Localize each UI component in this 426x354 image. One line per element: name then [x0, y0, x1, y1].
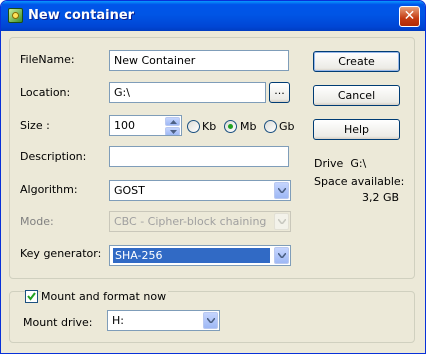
- mode-select: CBC - Cipher-block chaining: [109, 211, 291, 232]
- description-input[interactable]: [109, 146, 289, 167]
- close-button[interactable]: ✕: [399, 6, 420, 27]
- help-button[interactable]: Help: [313, 119, 400, 140]
- algorithm-label: Algorithm:: [20, 183, 78, 196]
- size-spinner[interactable]: [165, 117, 180, 135]
- filename-input[interactable]: New Container: [109, 50, 289, 71]
- unit-mb-label[interactable]: Mb: [240, 120, 256, 133]
- algorithm-value: GOST: [114, 184, 145, 197]
- keygen-label: Key generator:: [20, 247, 102, 260]
- algorithm-select[interactable]: GOST: [109, 180, 291, 201]
- chevron-down-icon: [274, 213, 289, 230]
- location-input[interactable]: G:\: [109, 82, 266, 103]
- size-input[interactable]: 100: [109, 115, 182, 136]
- browse-button[interactable]: ...: [269, 82, 290, 103]
- window-title: New container: [28, 8, 135, 23]
- mount-checkbox-label[interactable]: Mount and format now: [41, 290, 169, 303]
- space-available-value: 3,2 GB: [362, 191, 400, 204]
- unit-kb-label[interactable]: Kb: [202, 120, 216, 133]
- description-label: Description:: [20, 150, 87, 163]
- cancel-button[interactable]: Cancel: [313, 85, 400, 106]
- size-label: Size :: [20, 119, 50, 132]
- mode-label: Mode:: [20, 215, 54, 228]
- unit-gb-label[interactable]: Gb: [279, 120, 295, 133]
- drive-label: Drive G:\: [314, 157, 367, 170]
- mount-checkbox[interactable]: [25, 290, 38, 303]
- chevron-down-icon[interactable]: [274, 247, 289, 264]
- unit-mb-radio[interactable]: [224, 120, 237, 133]
- keygen-select[interactable]: SHA-256: [109, 245, 291, 266]
- spin-up-icon[interactable]: [165, 117, 180, 126]
- new-container-dialog: New container ✕ FileName: New Container …: [0, 0, 426, 354]
- unit-gb-radio[interactable]: [264, 120, 277, 133]
- mount-drive-value: H:: [112, 314, 124, 327]
- title-bar[interactable]: New container ✕: [1, 1, 425, 31]
- create-button[interactable]: Create: [313, 51, 400, 72]
- mode-value: CBC - Cipher-block chaining: [114, 215, 267, 228]
- chevron-down-icon[interactable]: [203, 312, 218, 329]
- chevron-down-icon[interactable]: [274, 182, 289, 199]
- close-icon: ✕: [403, 8, 416, 24]
- app-icon: [8, 8, 23, 23]
- filename-label: FileName:: [20, 53, 75, 66]
- location-label: Location:: [20, 86, 71, 99]
- checkmark-icon: [27, 292, 36, 301]
- mount-drive-label: Mount drive:: [23, 316, 93, 329]
- spin-down-icon[interactable]: [165, 127, 180, 135]
- mount-drive-select[interactable]: H:: [107, 310, 220, 331]
- size-value: 100: [114, 119, 135, 132]
- unit-kb-radio[interactable]: [187, 120, 200, 133]
- keygen-value: SHA-256: [113, 248, 270, 263]
- space-available-label: Space available:: [314, 175, 405, 188]
